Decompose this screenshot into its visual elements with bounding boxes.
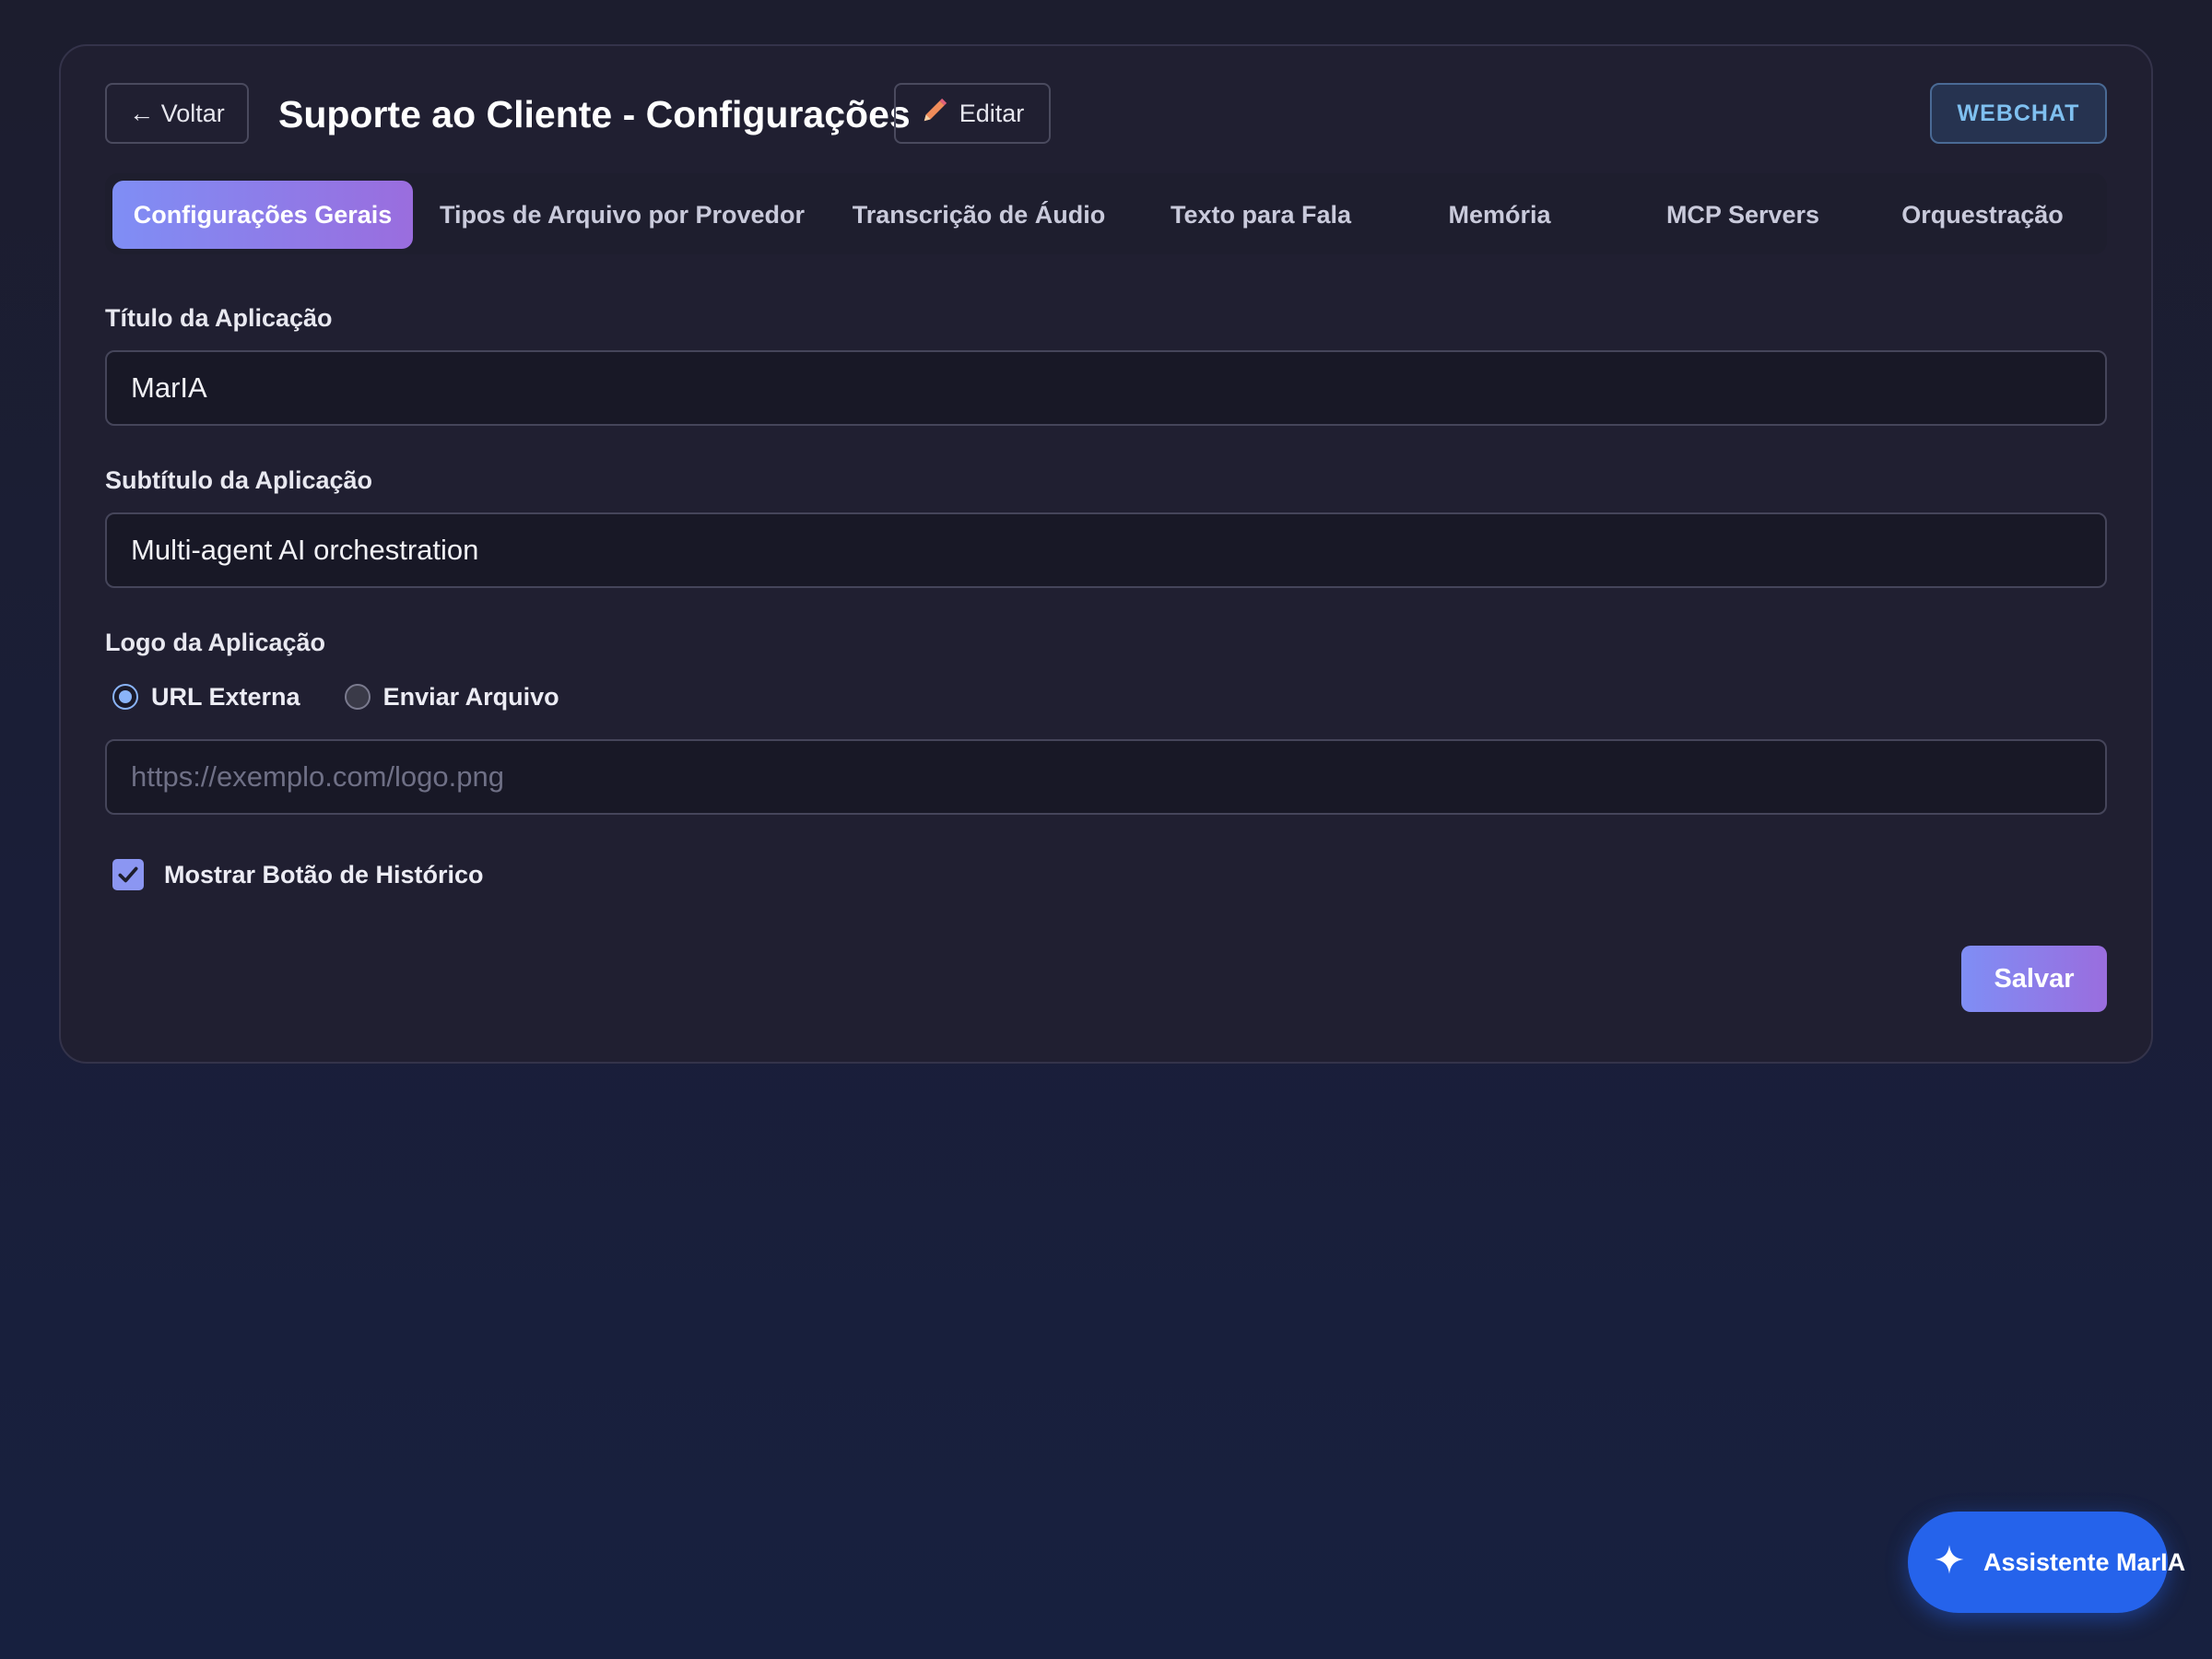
url-radio-label: URL Externa [151,682,300,711]
edit-button[interactable]: Editar [894,83,1051,144]
tab-audio-transcription[interactable]: Transcrição de Áudio [839,181,1119,249]
app-subtitle-label: Subtítulo da Aplicação [105,466,373,494]
upload-radio[interactable] [344,684,371,710]
logo-url-input[interactable]: https://exemplo.com/logo.png [105,739,2107,815]
app-title-input[interactable]: MarIA [105,350,2107,426]
tab-text-to-speech[interactable]: Texto para Fala [1141,181,1381,249]
sparkle-icon [1934,1544,1965,1582]
logo-source-upload-option[interactable]: Enviar Arquivo [344,682,559,712]
check-icon [118,866,138,883]
channel-badge: WEBCHAT [1930,83,2107,144]
tab-general-settings[interactable]: Configurações Gerais [112,181,413,249]
upload-radio-label: Enviar Arquivo [382,682,559,711]
url-radio[interactable] [112,684,138,710]
logo-source-url-option[interactable]: URL Externa [112,683,300,712]
back-button-label: ← Voltar [129,99,225,127]
app-subtitle-input[interactable]: Multi-agent AI orchestration [105,512,2107,588]
back-button[interactable]: ← Voltar [105,83,249,144]
app-logo-label: Logo da Aplicação [105,629,326,656]
tab-memory[interactable]: Memória [1395,181,1604,249]
edit-button-label: Editar [959,99,1025,127]
pencil-icon [921,97,948,131]
history-checkbox[interactable] [112,859,144,890]
assistant-button[interactable]: Assistente MarIA [1908,1512,2185,1613]
app-title-label: Título da Aplicação [105,304,333,332]
logo-source-radio-group: URL Externa Enviar Arquivo [112,678,604,715]
settings-tabs: Configurações Gerais Tipos de Arquivo po… [105,173,2107,254]
save-button[interactable]: Salvar [1961,946,2107,1012]
history-checkbox-label: Mostrar Botão de Histórico [164,860,484,888]
tab-orchestration[interactable]: Orquestração [1878,181,2087,249]
tab-file-types[interactable]: Tipos de Arquivo por Provedor [426,181,818,249]
history-button-toggle[interactable]: Mostrar Botão de Histórico [112,857,484,892]
assistant-button-label: Assistente MarIA [1983,1547,2186,1576]
page-title: Suporte ao Cliente - Configurações [278,92,911,135]
tab-mcp-servers[interactable]: MCP Servers [1639,181,1847,249]
